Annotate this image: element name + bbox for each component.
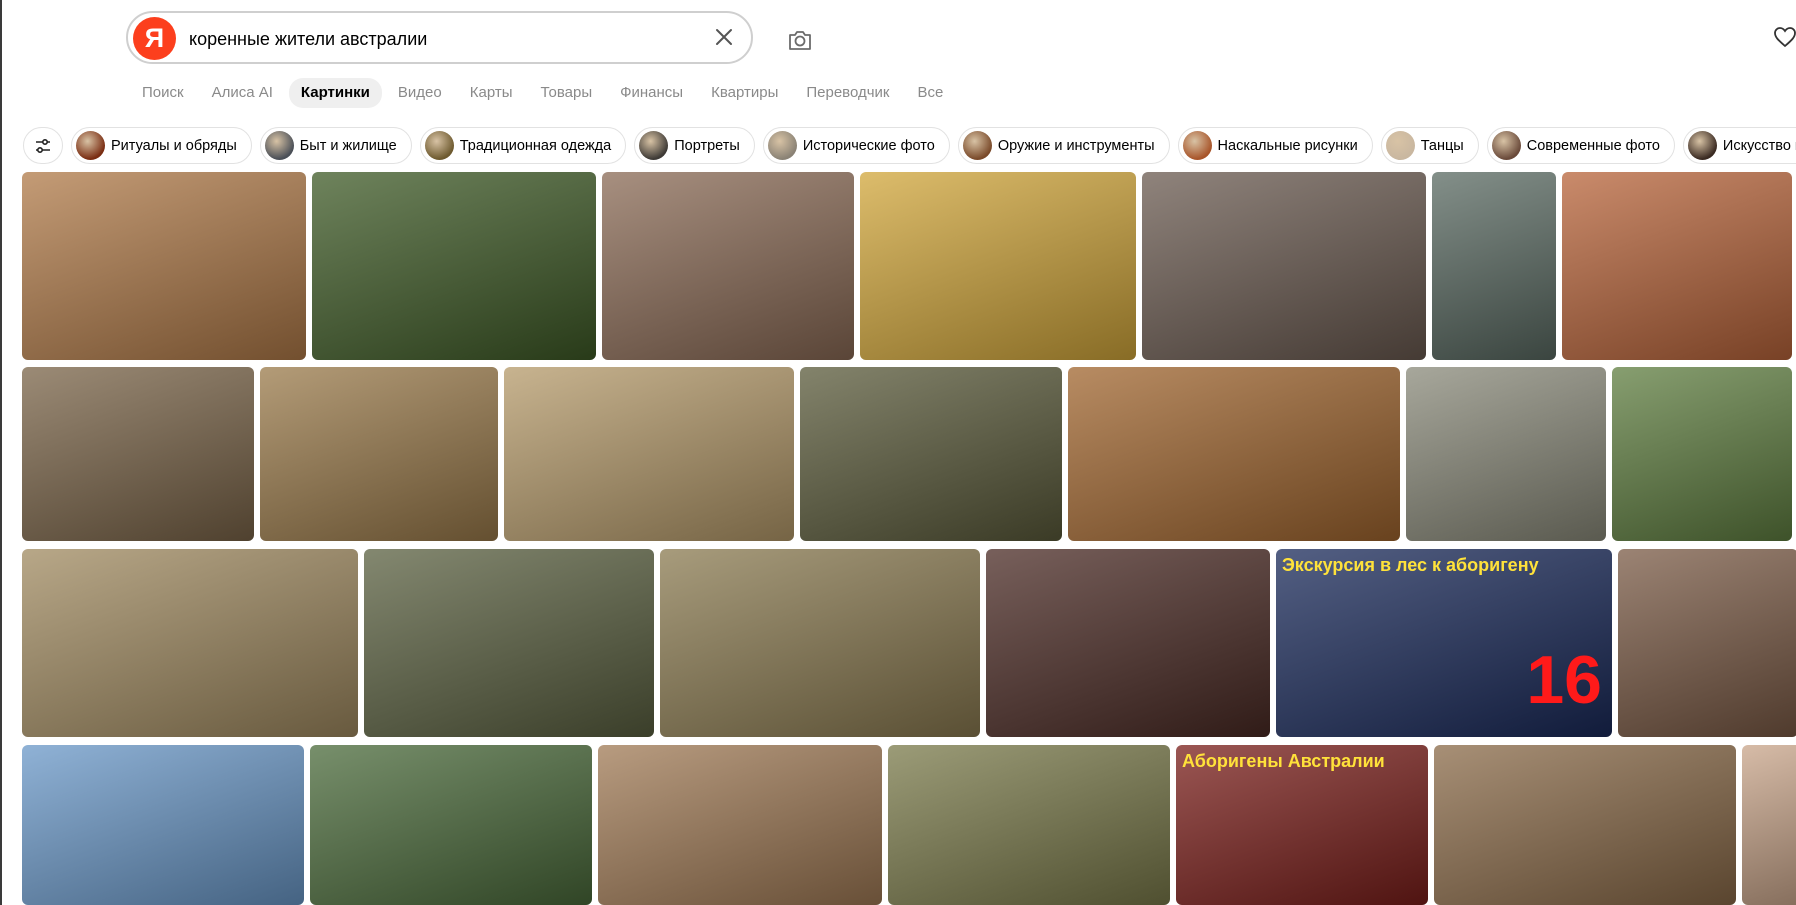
chip-label: Оружие и инструменты — [997, 137, 1155, 154]
image-result[interactable] — [22, 745, 304, 905]
filter-chip-6[interactable]: Наскальные рисунки — [1177, 127, 1373, 164]
chip-label: Быт и жилище — [299, 137, 397, 154]
window-left-edge — [0, 0, 2, 905]
image-row-3: Экскурсия в лес к аборигену 16 — [22, 549, 1796, 737]
image-row-2 — [22, 367, 1792, 541]
image-result[interactable] — [312, 172, 596, 360]
image-result[interactable] — [1434, 745, 1736, 905]
filter-chip-4[interactable]: Исторические фото — [762, 127, 950, 164]
chip-thumbnail — [1687, 131, 1717, 160]
image-caption: Аборигены Австралии — [1182, 751, 1385, 771]
image-result[interactable] — [602, 172, 854, 360]
filter-chip-3[interactable]: Портреты — [634, 127, 755, 164]
filter-chip-7[interactable]: Танцы — [1380, 127, 1479, 164]
image-result[interactable] — [1618, 549, 1796, 737]
search-input[interactable]: коренные жители австралии — [189, 29, 427, 50]
image-result[interactable] — [22, 549, 358, 737]
image-result[interactable] — [888, 745, 1170, 905]
tab-9[interactable]: Все — [906, 78, 956, 108]
filter-chip-0[interactable]: Ритуалы и обряды — [71, 127, 252, 164]
chip-label: Наскальные рисунки — [1217, 137, 1358, 154]
image-result[interactable] — [800, 367, 1062, 541]
image-result[interactable] — [1142, 172, 1426, 360]
camera-search-icon[interactable] — [786, 26, 814, 54]
chip-thumbnail — [962, 131, 992, 160]
chip-label: Искусство и ремёсла — [1722, 137, 1796, 154]
image-result[interactable] — [1562, 172, 1792, 360]
chip-thumbnail — [424, 131, 454, 160]
filter-chip-9[interactable]: Искусство и ремёсла — [1682, 127, 1796, 164]
favorites-icon[interactable] — [1773, 25, 1796, 49]
image-row-1 — [22, 172, 1792, 360]
chip-thumbnail — [264, 131, 294, 160]
image-result[interactable] — [1432, 172, 1556, 360]
image-result[interactable] — [504, 367, 794, 541]
chip-thumbnail — [767, 131, 797, 160]
image-result[interactable] — [1068, 367, 1400, 541]
image-result[interactable] — [1742, 745, 1796, 905]
image-result[interactable] — [598, 745, 882, 905]
chip-thumbnail — [639, 131, 669, 160]
tab-1[interactable]: Алиса AI — [200, 78, 285, 108]
filters-settings-button[interactable] — [23, 127, 63, 164]
image-result[interactable]: Аборигены Австралии — [1176, 745, 1428, 905]
image-row-4: Аборигены Австралии — [22, 745, 1796, 905]
chip-label: Современные фото — [1526, 137, 1660, 154]
chip-thumbnail — [1182, 131, 1212, 160]
filter-chip-8[interactable]: Современные фото — [1486, 127, 1675, 164]
tab-5[interactable]: Товары — [529, 78, 605, 108]
image-result[interactable] — [1406, 367, 1606, 541]
filter-chips: Ритуалы и обряды Быт и жилище Традиционная… — [23, 127, 1796, 164]
image-result[interactable] — [1612, 367, 1792, 541]
chip-label: Исторические фото — [802, 137, 935, 154]
image-caption: Экскурсия в лес к аборигену — [1282, 555, 1539, 575]
chip-thumbnail — [76, 131, 105, 160]
chip-label: Традиционная одежда — [459, 137, 612, 154]
image-result[interactable] — [986, 549, 1270, 737]
filter-chip-1[interactable]: Быт и жилище — [259, 127, 412, 164]
image-result[interactable] — [22, 367, 254, 541]
filter-chip-2[interactable]: Традиционная одежда — [419, 127, 627, 164]
yandex-logo[interactable]: Я — [133, 17, 176, 60]
chip-thumbnail — [1385, 131, 1415, 160]
chip-label: Портреты — [674, 137, 740, 154]
image-result[interactable] — [260, 367, 498, 541]
search-tabs: Поиск Алиса AI Картинки Видео Карты Товары Фин… — [130, 78, 955, 108]
tab-7[interactable]: Квартиры — [699, 78, 790, 108]
image-result[interactable] — [364, 549, 654, 737]
image-result[interactable] — [22, 172, 306, 360]
search-bar[interactable]: Я коренные жители австралии — [126, 11, 753, 64]
chip-thumbnail — [1491, 131, 1521, 160]
sliders-icon — [36, 138, 50, 153]
filter-chip-5[interactable]: Оружие и инструменты — [957, 127, 1170, 164]
tab-2[interactable]: Картинки — [288, 78, 382, 108]
chip-label: Ритуалы и обряды — [111, 137, 237, 154]
image-result[interactable] — [860, 172, 1136, 360]
tab-3[interactable]: Видео — [386, 78, 454, 108]
image-result[interactable]: Экскурсия в лес к аборигену 16 — [1276, 549, 1612, 737]
image-number: 16 — [1526, 642, 1602, 718]
image-result[interactable] — [310, 745, 592, 905]
chip-label: Танцы — [1420, 137, 1464, 154]
tab-0[interactable]: Поиск — [130, 78, 196, 108]
clear-icon[interactable] — [710, 23, 738, 51]
tab-6[interactable]: Финансы — [608, 78, 695, 108]
tab-4[interactable]: Карты — [458, 78, 525, 108]
tab-8[interactable]: Переводчик — [794, 78, 901, 108]
image-result[interactable] — [660, 549, 980, 737]
